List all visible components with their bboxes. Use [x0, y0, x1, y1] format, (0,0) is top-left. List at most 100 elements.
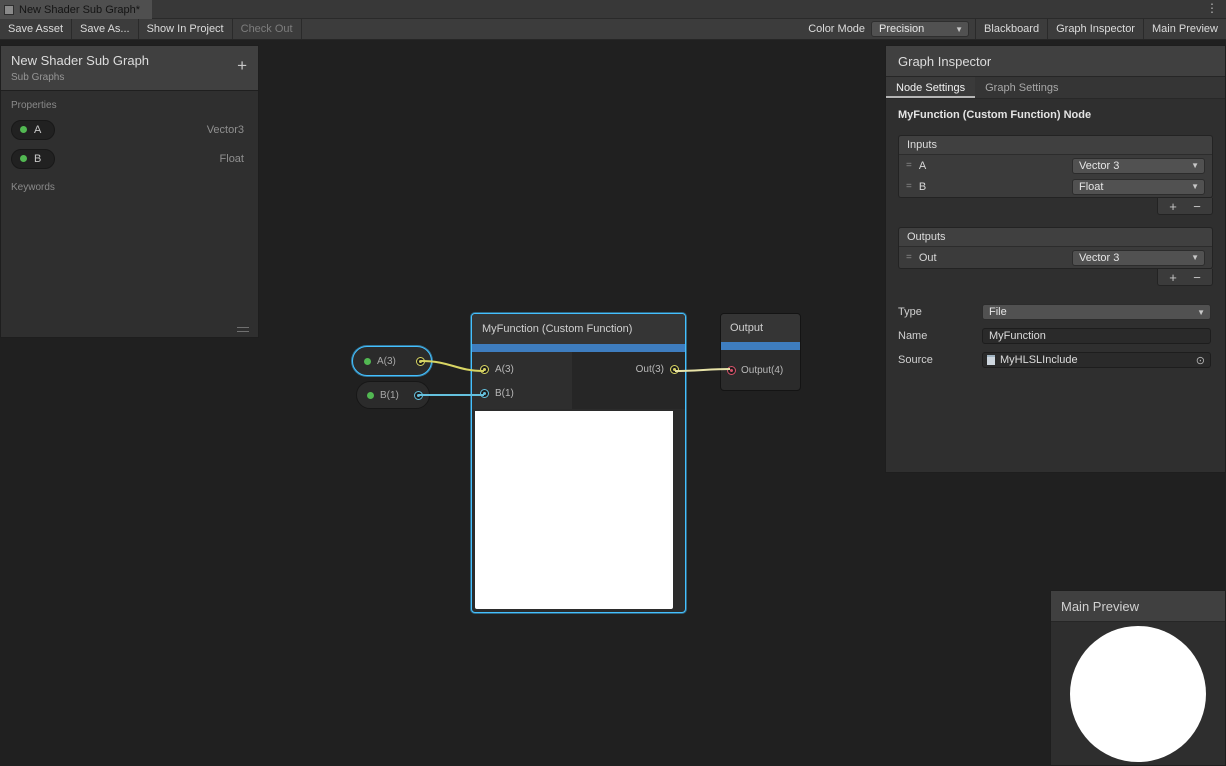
blackboard-toggle-button[interactable]: Blackboard: [975, 19, 1047, 39]
output-port-row-out: Out(3): [636, 357, 685, 381]
property-pill-b-label: B: [34, 153, 41, 165]
keywords-section-label: Keywords: [1, 173, 258, 197]
drag-handle-icon[interactable]: =: [906, 160, 912, 171]
exposed-dot-icon: [20, 155, 27, 162]
blackboard-header[interactable]: New Shader Sub Graph Sub Graphs +: [1, 46, 258, 91]
blackboard-panel: New Shader Sub Graph Sub Graphs + Proper…: [0, 45, 259, 338]
graph-inspector-toggle-button[interactable]: Graph Inspector: [1047, 19, 1143, 39]
tab-graph-settings[interactable]: Graph Settings: [975, 77, 1068, 98]
add-output-button[interactable]: +: [1161, 271, 1185, 284]
chevron-down-icon: ▼: [1183, 161, 1199, 170]
source-field-row: Source MyHLSLInclude ⊙: [886, 348, 1225, 372]
add-property-button[interactable]: +: [237, 57, 247, 74]
graph-toolbar: Save Asset Save As... Show In Project Ch…: [0, 19, 1226, 40]
input-port-a-label: A(3): [495, 364, 514, 375]
chevron-down-icon: ▼: [1189, 308, 1205, 317]
blackboard-title: New Shader Sub Graph: [11, 53, 248, 68]
custom-function-node[interactable]: MyFunction (Custom Function) A(3) B(1) O…: [471, 313, 686, 613]
window-menu-icon[interactable]: ⋮: [1206, 1, 1218, 15]
inputs-list-header: Inputs: [899, 136, 1212, 155]
output-port-out[interactable]: [670, 365, 679, 374]
source-field-label: Source: [898, 354, 982, 366]
name-input-value: MyFunction: [989, 330, 1046, 342]
main-preview-title[interactable]: Main Preview: [1051, 591, 1225, 622]
output-node-input-port[interactable]: [727, 366, 736, 375]
property-row-b: B Float: [1, 144, 258, 173]
input-port-column: A(3) B(1): [472, 352, 572, 409]
output-port-column: Out(3): [572, 352, 685, 409]
property-node-b-output-port[interactable]: [414, 391, 423, 400]
outputs-list: Outputs = Out Vector 3 ▼: [898, 227, 1213, 269]
custom-function-node-title: MyFunction (Custom Function): [472, 314, 685, 344]
chevron-down-icon: ▼: [1183, 253, 1199, 262]
custom-function-port-area: A(3) B(1) Out(3): [472, 352, 685, 409]
name-field-row: Name MyFunction: [886, 324, 1225, 348]
remove-output-button[interactable]: −: [1185, 271, 1209, 284]
source-object-field[interactable]: MyHLSLInclude ⊙: [982, 352, 1211, 368]
outputs-list-footer: + −: [898, 269, 1213, 286]
property-pill-a[interactable]: A: [11, 120, 55, 140]
name-field-label: Name: [898, 330, 982, 342]
property-node-a[interactable]: A(3): [352, 346, 432, 376]
input-b-type-dropdown[interactable]: Float ▼: [1072, 179, 1205, 195]
input-port-row-a: A(3): [472, 357, 572, 381]
inputs-row-a: = A Vector 3 ▼: [899, 155, 1212, 176]
main-preview-viewport[interactable]: [1051, 622, 1225, 765]
inputs-list: Inputs = A Vector 3 ▼ = B Float ▼: [898, 135, 1213, 198]
drag-handle-icon[interactable]: =: [906, 181, 912, 192]
outputs-list-header: Outputs: [899, 228, 1212, 247]
property-row-a: A Vector3: [1, 115, 258, 144]
graph-inspector-panel: Graph Inspector Node Settings Graph Sett…: [885, 45, 1226, 473]
property-node-a-output-port[interactable]: [416, 357, 425, 366]
precision-strip: [721, 342, 800, 350]
output-node-port-row: Output(4): [721, 350, 800, 390]
output-out-name: Out: [919, 252, 1065, 264]
input-port-b[interactable]: [480, 389, 489, 398]
save-asset-button[interactable]: Save Asset: [0, 19, 72, 39]
main-preview-panel: Main Preview: [1050, 590, 1226, 766]
blackboard-subtitle: Sub Graphs: [11, 72, 248, 83]
output-port-out-label: Out(3): [636, 364, 664, 375]
main-preview-toggle-button[interactable]: Main Preview: [1143, 19, 1226, 39]
save-as-button[interactable]: Save As...: [72, 19, 139, 39]
tab-node-settings[interactable]: Node Settings: [886, 77, 975, 98]
output-out-type-dropdown[interactable]: Vector 3 ▼: [1072, 250, 1205, 266]
input-b-name: B: [919, 181, 1065, 193]
add-input-button[interactable]: +: [1161, 200, 1185, 213]
properties-section-label: Properties: [1, 91, 258, 115]
input-port-row-b: B(1): [472, 381, 572, 405]
color-mode-value: Precision: [879, 23, 924, 35]
asset-tab[interactable]: New Shader Sub Graph*: [0, 0, 152, 19]
property-pill-b[interactable]: B: [11, 149, 55, 169]
output-node-title: Output: [721, 314, 800, 342]
output-out-type-value: Vector 3: [1079, 252, 1119, 264]
type-field-row: Type File ▼: [886, 300, 1225, 324]
input-port-b-label: B(1): [495, 388, 514, 399]
source-object-value: MyHLSLInclude: [1000, 354, 1078, 366]
preview-sphere: [1070, 626, 1206, 762]
exposed-dot-icon: [364, 358, 371, 365]
color-mode-dropdown[interactable]: Precision ▼: [871, 21, 969, 37]
chevron-down-icon: ▼: [1183, 182, 1199, 191]
show-in-project-button[interactable]: Show In Project: [139, 19, 233, 39]
graph-inspector-title[interactable]: Graph Inspector: [886, 46, 1225, 77]
remove-input-button[interactable]: −: [1185, 200, 1209, 213]
input-port-a[interactable]: [480, 365, 489, 374]
output-node[interactable]: Output Output(4): [720, 313, 801, 391]
type-dropdown[interactable]: File ▼: [982, 304, 1211, 320]
name-input[interactable]: MyFunction: [982, 328, 1211, 344]
selected-node-heading: MyFunction (Custom Function) Node: [886, 99, 1225, 123]
input-a-type-dropdown[interactable]: Vector 3 ▼: [1072, 158, 1205, 174]
output-node-port-label: Output(4): [741, 365, 783, 376]
inspector-tab-bar: Node Settings Graph Settings: [886, 77, 1225, 99]
window-tab-bar: New Shader Sub Graph* ⋮: [0, 0, 1226, 19]
precision-strip: [472, 344, 685, 352]
drag-handle-icon[interactable]: =: [906, 252, 912, 263]
color-mode-label: Color Mode: [802, 19, 871, 39]
blackboard-resize-handle[interactable]: [237, 327, 249, 332]
outputs-row-out: = Out Vector 3 ▼: [899, 247, 1212, 268]
object-picker-icon[interactable]: ⊙: [1194, 354, 1207, 367]
type-value: File: [989, 306, 1007, 318]
node-preview-image: [475, 411, 673, 609]
property-node-b[interactable]: B(1): [356, 381, 430, 409]
